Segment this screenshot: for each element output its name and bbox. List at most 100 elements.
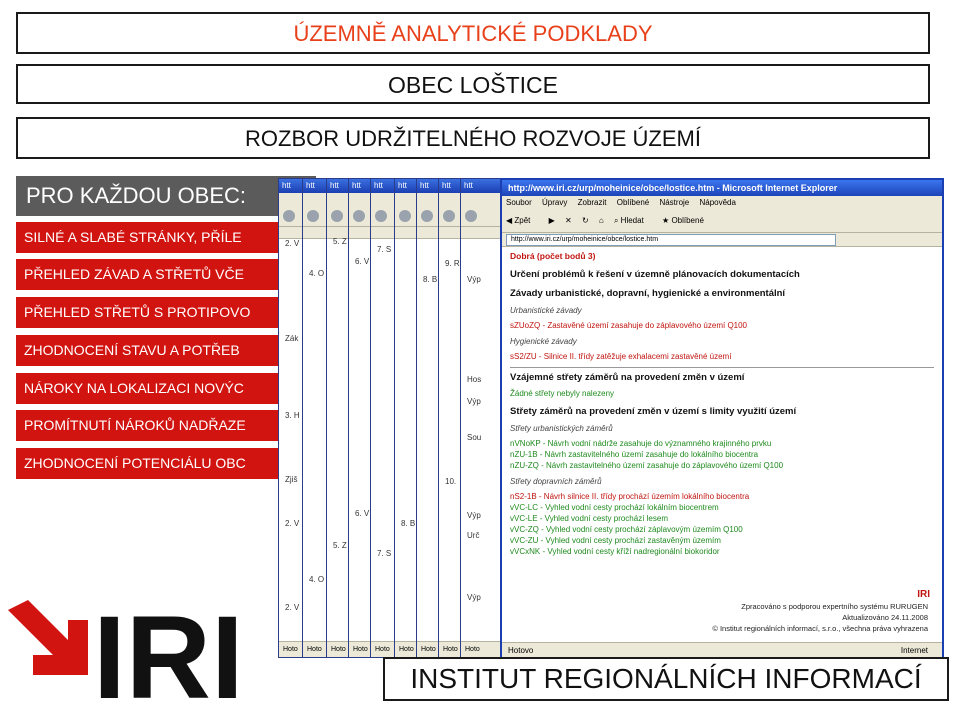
menu-item-napoveda[interactable]: Nápověda	[699, 198, 735, 207]
refresh-icon[interactable]: ↻	[582, 216, 589, 225]
section-label: 2. V	[285, 239, 300, 248]
conflict-item[interactable]: vVC-ZQ - Vyhled vodní cesty prochází záp…	[510, 525, 934, 534]
conflict-item[interactable]: nZU-ZQ - Návrh zastavitelného území zasa…	[510, 461, 934, 470]
status-bar: Hotovo Internet	[502, 642, 942, 658]
rating-text: Dobrá (počet bodů 3)	[510, 251, 596, 261]
subsection-heading: Urbanistické závady	[510, 306, 582, 315]
page-footer: Zpracováno s podporou expertního systému…	[712, 601, 928, 634]
left-heading: PRO KAŽDOU OBEC:	[16, 176, 316, 216]
institute-name: INSTITUT REGIONÁLNÍCH INFORMACÍ	[410, 663, 922, 694]
issue-item[interactable]: sZUoZQ - Zastavěné území zasahuje do záp…	[510, 321, 934, 330]
menu-item-zobrazit[interactable]: Zobrazit	[578, 198, 607, 207]
back-icon[interactable]	[307, 210, 319, 222]
subsection-heading: Hygienické závady	[510, 337, 577, 346]
conflict-item[interactable]: vVC-LE - Vyhled vodní cesty prochází les…	[510, 514, 934, 523]
section-label: 2. V	[285, 603, 300, 612]
divider	[510, 367, 934, 368]
back-icon[interactable]	[353, 210, 365, 222]
back-icon[interactable]	[443, 210, 455, 222]
section-heading: Určení problémů k řešení v územně plánov…	[510, 269, 800, 280]
forward-icon[interactable]: ▶	[549, 216, 555, 225]
section-label: Výp	[467, 397, 481, 406]
back-icon[interactable]	[375, 210, 387, 222]
menu-item-oblibene[interactable]: Oblíbené	[617, 198, 649, 207]
back-icon[interactable]	[465, 210, 477, 222]
section-heading: Závady urbanistické, dopravní, hygienick…	[510, 288, 786, 299]
section-label: Hos	[467, 375, 482, 384]
section-label: 8. B	[423, 275, 438, 284]
title-bar: ÚZEMNĚ ANALYTICKÉ PODKLADY	[16, 12, 936, 60]
section-label: Výp	[467, 593, 481, 602]
menu-item-soubor[interactable]: Soubor	[506, 198, 532, 207]
page-content: Dobrá (počet bodů 3) Určení problémů k ř…	[502, 247, 942, 560]
favorites-button[interactable]: ★ Oblíbené	[662, 216, 712, 225]
search-button[interactable]: ⌕ Hledat	[614, 216, 652, 225]
home-icon[interactable]: ⌂	[599, 216, 604, 225]
address-bar: http://www.iri.cz/urp/moheinice/obce/los…	[502, 233, 942, 247]
section-label: 7. S	[377, 549, 392, 558]
list-item: ZHODNOCENÍ POTENCIÁLU OBC	[16, 448, 316, 479]
logo-text: IRI	[93, 600, 244, 700]
menu-bar: Soubor Úpravy Zobrazit Oblíbené Nástroje…	[502, 196, 942, 209]
menu-item-nastroje[interactable]: Nástroje	[659, 198, 689, 207]
section-label: 3. H	[285, 411, 300, 420]
subsection-heading: Střety urbanistických záměrů	[510, 424, 613, 433]
back-icon[interactable]	[421, 210, 433, 222]
back-button[interactable]: ◀ Zpět	[506, 216, 538, 225]
browser-window-main[interactable]: http://www.iri.cz/urp/moheinice/obce/los…	[500, 178, 944, 660]
section-label: Zák	[285, 334, 299, 343]
municipality-bar: OBEC LOŠTICE	[16, 64, 936, 110]
list-item: ZHODNOCENÍ STAVU A POTŘEB	[16, 335, 316, 366]
section-heading: Vzájemné střety záměrů na provedení změn…	[510, 372, 745, 383]
conflict-item[interactable]: nS2-1B - Návrh silnice II. třídy procház…	[510, 492, 934, 501]
section-label: Zjiš	[285, 475, 298, 484]
section-label: 6. V	[355, 257, 370, 266]
section-label: 5. Z	[333, 237, 347, 246]
section-label: 5. Z	[333, 541, 347, 550]
list-item: SILNÉ A SLABÉ STRÁNKY, PŘÍLE	[16, 222, 316, 253]
mini-logo: IRI	[917, 589, 930, 600]
conflict-item[interactable]: vVC-ZU - Vyhled vodní cesty prochází zas…	[510, 536, 934, 545]
institute-bar: INSTITUT REGIONÁLNÍCH INFORMACÍ	[383, 657, 957, 709]
issue-item[interactable]: sS2/ZU - Silnice II. třídy zatěžuje exha…	[510, 352, 934, 361]
list-item: PROMÍTNUTÍ NÁROKŮ NADŘAZE	[16, 410, 316, 441]
section-heading: Střety záměrů na provedení změn v území …	[510, 406, 797, 417]
section-label: 2. V	[285, 519, 300, 528]
conflict-item[interactable]: vVCxNK - Vyhled vodní cesty kříží nadreg…	[510, 547, 934, 556]
menu-item-upravy[interactable]: Úpravy	[542, 198, 567, 207]
window-title: http://www.iri.cz/urp/moheinice/obce/los…	[502, 180, 942, 196]
list-item: NÁROKY NA LOKALIZACI NOVÝC	[16, 373, 316, 404]
subtitle-bar: ROZBOR UDRŽITELNÉHO ROZVOJE ÚZEMÍ	[16, 117, 936, 165]
section-label: 4. O	[309, 269, 325, 278]
conflict-item[interactable]: nZU-1B - Návrh zastavitelného území zasa…	[510, 450, 934, 459]
list-item: PŘEHLED ZÁVAD A STŘETŮ VČE	[16, 259, 316, 290]
section-label: 6. V	[355, 509, 370, 518]
section-label: 7. S	[377, 245, 392, 254]
page-title: ÚZEMNĚ ANALYTICKÉ PODKLADY	[293, 21, 653, 46]
section-label: Výp	[467, 511, 481, 520]
favorites-button-label: Oblíbené	[671, 216, 704, 225]
back-button-label: Zpět	[514, 216, 531, 225]
stop-icon[interactable]: ✕	[565, 216, 572, 225]
back-icon[interactable]	[399, 210, 411, 222]
section-label: Urč	[467, 531, 480, 540]
subsection-heading: Střety dopravních záměrů	[510, 477, 602, 486]
toolbar: ◀ Zpět ▶ ✕ ↻ ⌂ ⌕ Hledat ★ Oblíbené	[502, 209, 942, 233]
section-label: 10.	[445, 477, 457, 486]
logo-arrow-icon	[8, 600, 88, 675]
conflict-item[interactable]: vVC-LC - Vyhled vodní cesty prochází lok…	[510, 503, 934, 512]
iri-logo: IRI	[8, 600, 244, 700]
address-input[interactable]: http://www.iri.cz/urp/moheinice/obce/los…	[506, 234, 836, 246]
municipality-name: OBEC LOŠTICE	[388, 72, 558, 98]
footer-line: © Institut regionálních informací, s.r.o…	[712, 624, 928, 633]
status-text: Hotovo	[508, 646, 534, 655]
footer-line: Aktualizováno 24.11.2008	[842, 613, 928, 622]
back-icon[interactable]	[331, 210, 343, 222]
conflict-item[interactable]: nVNoKP - Návrh vodní nádrže zasahuje do …	[510, 439, 934, 448]
subtitle: ROZBOR UDRŽITELNÉHO ROZVOJE ÚZEMÍ	[245, 126, 701, 151]
list-item: PŘEHLED STŘETŮ S PROTIPOVO	[16, 297, 316, 328]
section-label: 9. R	[445, 259, 460, 268]
no-conflict-text: Žádné střety nebyly nalezeny	[510, 389, 615, 398]
section-label: Sou	[467, 433, 482, 442]
back-icon[interactable]	[283, 210, 295, 222]
